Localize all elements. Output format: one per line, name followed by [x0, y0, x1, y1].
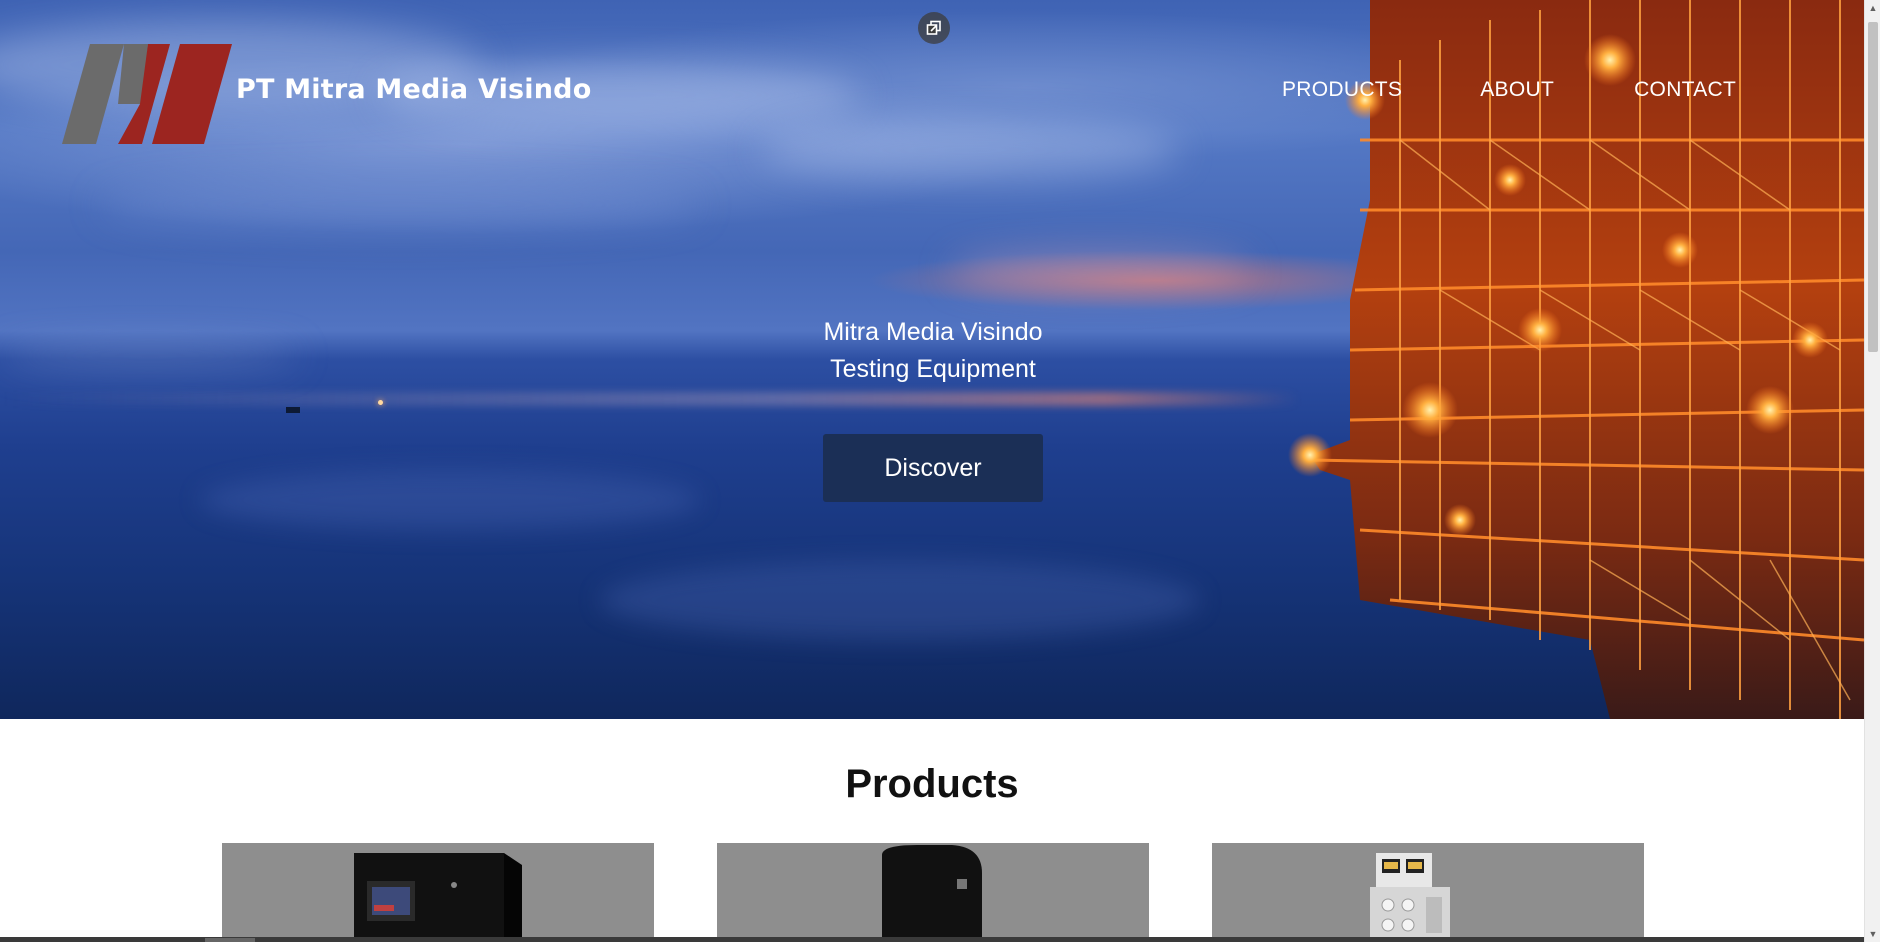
- product-card-3[interactable]: [1212, 843, 1644, 939]
- discover-button[interactable]: Discover: [823, 434, 1043, 502]
- tagline-line-1: Mitra Media Visindo: [823, 318, 1043, 346]
- horizon-glow: [0, 392, 1300, 406]
- arrow-down-icon[interactable]: ▼: [1865, 926, 1880, 942]
- cloud: [760, 120, 1180, 180]
- nav-contact-link[interactable]: CONTACT: [1634, 78, 1736, 102]
- sea-reflection: [200, 470, 700, 530]
- hero-section: PT Mitra Media Visindo PRODUCTS ABOUT CO…: [0, 0, 1864, 719]
- cloud: [0, 345, 300, 367]
- distant-rig: [286, 407, 300, 413]
- horizontal-scrollbar-thumb[interactable]: [205, 938, 255, 942]
- product-card-2[interactable]: [717, 843, 1149, 939]
- hero-tagline: Mitra Media Visindo Testing Equipment: [733, 314, 1133, 388]
- open-external-button[interactable]: [918, 12, 950, 44]
- distant-light: [378, 400, 383, 405]
- brand-name[interactable]: PT Mitra Media Visindo: [236, 74, 591, 105]
- horizontal-scrollbar[interactable]: [0, 937, 1864, 942]
- nav-about-link[interactable]: ABOUT: [1480, 78, 1554, 102]
- scrollbar-thumb[interactable]: [1868, 22, 1878, 352]
- white-panel-unit-icon: [1370, 853, 1450, 939]
- sea-reflection: [600, 560, 1200, 640]
- arrow-up-icon[interactable]: ▲: [1865, 0, 1880, 16]
- black-cabinet-with-screen-icon: [354, 853, 522, 939]
- company-logo[interactable]: [62, 44, 232, 144]
- offshore-rig-image: [1288, 0, 1864, 719]
- tagline-line-2: Testing Equipment: [830, 355, 1036, 383]
- main-nav: PRODUCTS ABOUT CONTACT: [1282, 78, 1736, 102]
- nav-products-link[interactable]: PRODUCTS: [1282, 78, 1402, 102]
- vertical-scrollbar[interactable]: ▲ ▼: [1864, 0, 1880, 942]
- products-heading: Products: [845, 762, 1019, 806]
- cloud: [950, 250, 1250, 290]
- cloud: [100, 180, 700, 230]
- black-cylinder-unit-icon: [882, 845, 982, 939]
- external-window-icon: [926, 20, 941, 35]
- product-card-1[interactable]: [222, 843, 654, 939]
